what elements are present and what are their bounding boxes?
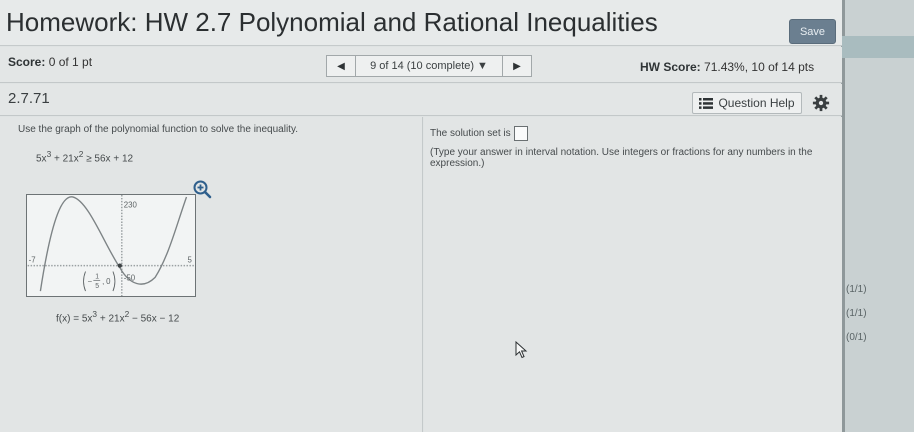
triangle-left-icon: ◀ [337, 60, 345, 72]
page-title: Homework: HW 2.7 Polynomial and Rational… [6, 7, 658, 37]
hw-score-value: 71.43%, 10 of 14 pts [704, 60, 815, 74]
question-select[interactable]: 9 of 14 (10 complete) ▼ [356, 55, 502, 77]
function-label-prefix: f(x) = 5x [56, 313, 93, 325]
triangle-down-icon: ▼ [477, 60, 488, 72]
list-icon [699, 97, 714, 109]
hw-score-label: HW Score: [640, 60, 701, 74]
score-bar: Score: 0 of 1 pt ◀ 9 of 14 (10 complete)… [0, 47, 842, 83]
previous-question-button[interactable]: ◀ [326, 55, 356, 77]
function-label: f(x) = 5x3 + 21x2 − 56x − 12 [56, 309, 180, 325]
background-window [842, 0, 914, 432]
question-select-value: 9 of 14 (10 complete) [370, 60, 475, 72]
solution-prefix: The solution set is [430, 128, 511, 139]
svg-text:,: , [102, 277, 104, 286]
next-question-button[interactable]: ▶ [502, 55, 532, 77]
window-edge [842, 0, 845, 432]
inequality-tail: ≥ 56x + 12 [86, 153, 134, 165]
score-label: Score: [8, 55, 46, 69]
gear-icon[interactable] [812, 94, 830, 112]
triangle-right-icon: ▶ [513, 60, 521, 72]
background-score-3: (0/1) [846, 332, 867, 343]
x-intercept-point [117, 263, 122, 268]
y-max-label: 230 [124, 201, 138, 210]
homework-window: Homework: HW 2.7 Polynomial and Rational… [0, 0, 842, 432]
answer-hint: (Type your answer in interval notation. … [430, 147, 813, 169]
hw-score: HW Score: 71.43%, 10 of 14 pts [640, 60, 814, 74]
instruction-text: Use the graph of the polynomial function… [18, 124, 298, 135]
save-button[interactable]: Save [789, 19, 836, 44]
polynomial-graph: 230 -50 -7 5 − 1 5 , 0 [26, 194, 196, 297]
point-x-denominator: 5 [95, 283, 99, 290]
question-help-label: Question Help [718, 96, 795, 110]
question-navigator: ◀ 9 of 14 (10 complete) ▼ ▶ [326, 55, 532, 77]
x-min-label: -7 [29, 256, 36, 265]
answer-input[interactable] [513, 126, 528, 141]
score-value: 0 of 1 pt [48, 55, 93, 69]
x-max-label: 5 [187, 256, 192, 265]
mouse-cursor-icon [515, 341, 528, 359]
score: Score: 0 of 1 pt [8, 55, 92, 69]
point-x-numerator: 1 [95, 273, 99, 280]
inequality: 5x3 + 21x2 ≥ 56x + 12 [36, 149, 134, 165]
background-score-1: (1/1) [846, 284, 867, 295]
polynomial-curve [39, 196, 188, 292]
solution-line: The solution set is [430, 126, 528, 141]
svg-text:−: − [87, 277, 92, 286]
background-score-2: (1/1) [846, 308, 867, 319]
problem-number: 2.7.71 [8, 90, 50, 107]
question-pane: Use the graph of the polynomial function… [0, 117, 423, 432]
point-y-value: 0 [106, 277, 111, 286]
y-min-label: -50 [124, 273, 136, 282]
question-help-button[interactable]: Question Help [692, 92, 802, 114]
function-label-tail: − 56x − 12 [129, 313, 180, 325]
background-band [842, 36, 914, 58]
answer-pane: The solution set is (Type your answer in… [424, 117, 842, 432]
point-label: − 1 5 , 0 [83, 271, 116, 292]
title-bar: Homework: HW 2.7 Polynomial and Rational… [0, 0, 842, 46]
